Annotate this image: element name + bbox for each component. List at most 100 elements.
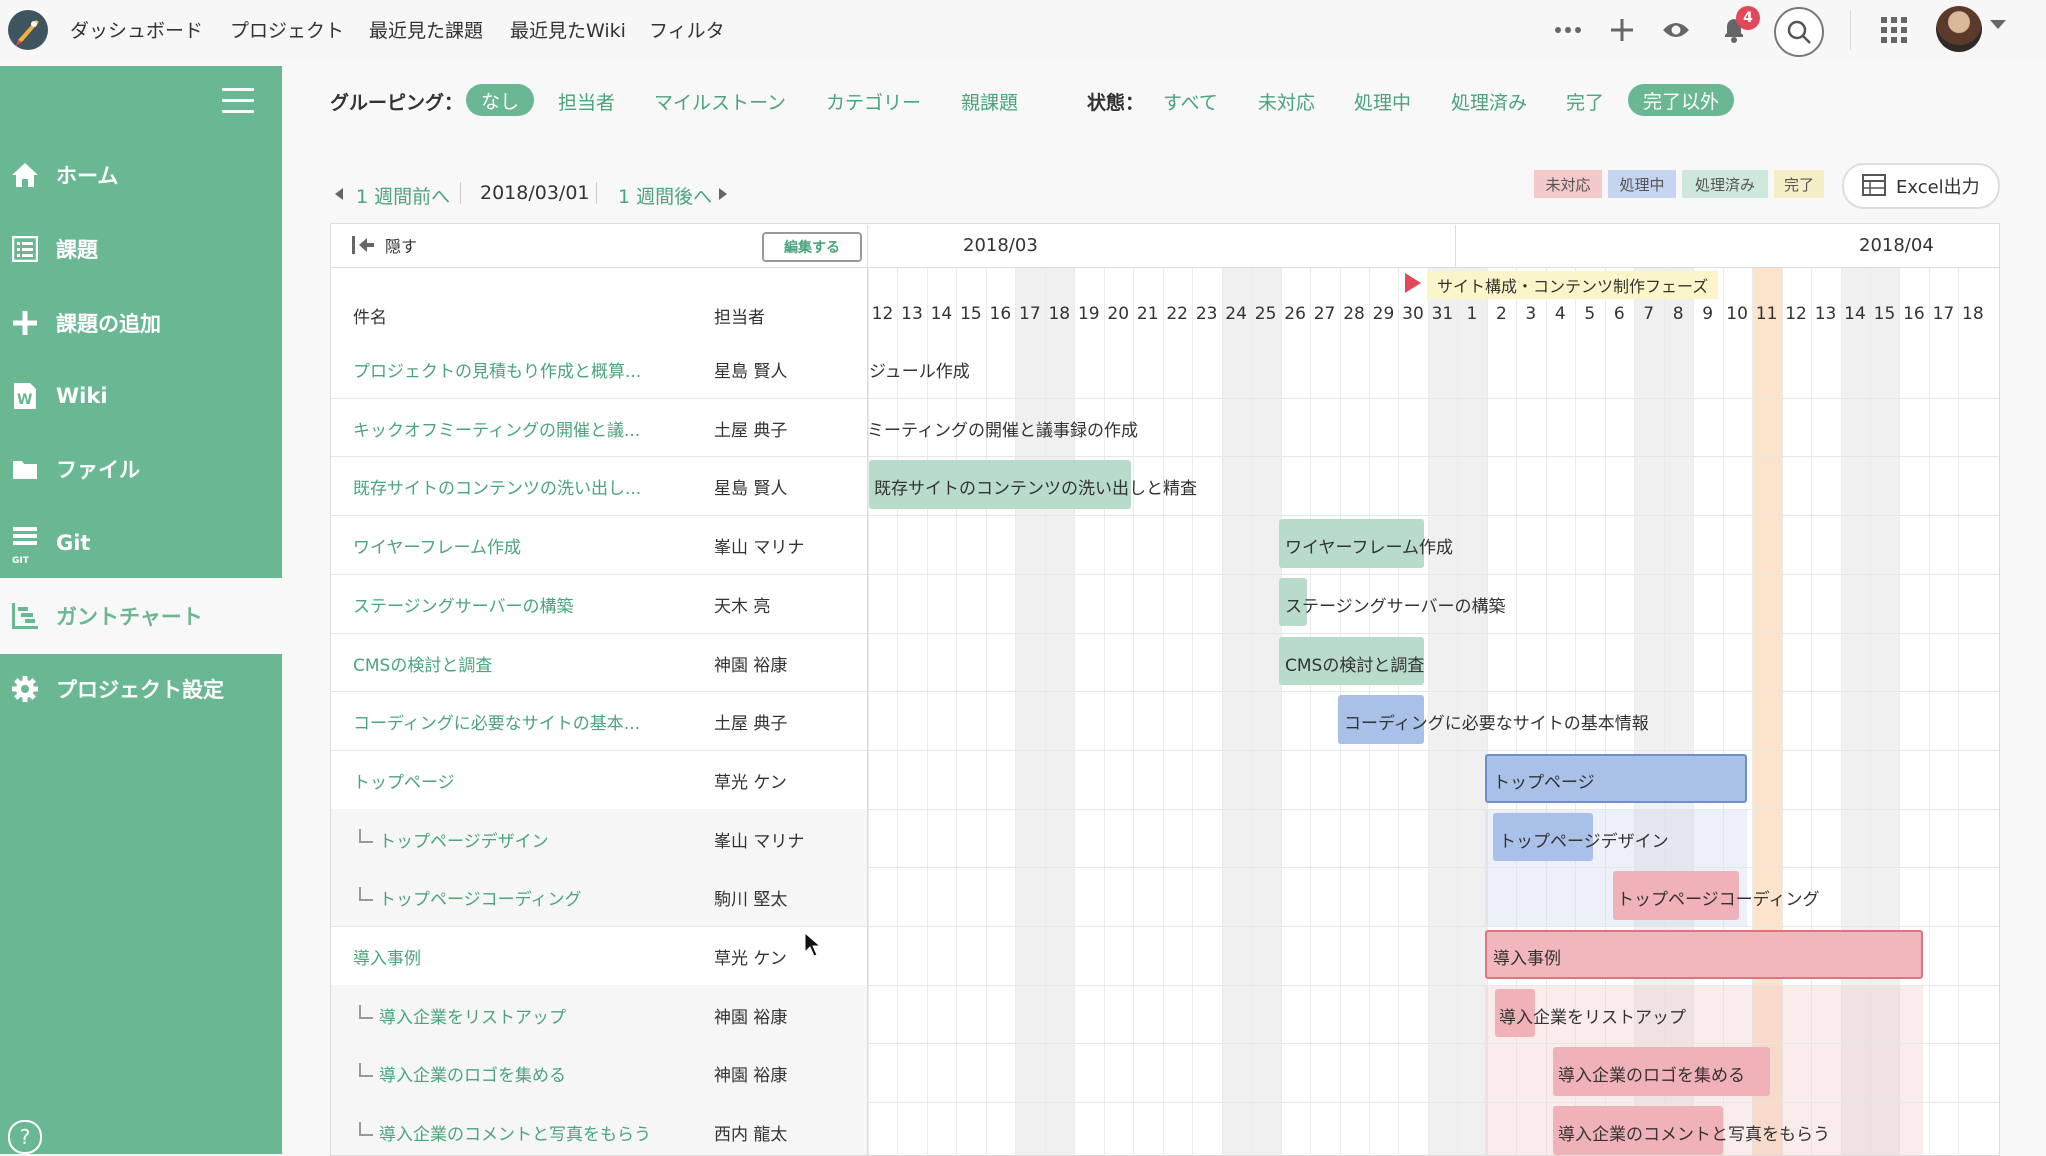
nav-projects[interactable]: プロジェクト [230,16,344,43]
day-number: 18 [1048,304,1071,324]
day-number: 18 [1962,304,1984,324]
nav-dashboard[interactable]: ダッシュボード [70,16,203,43]
task-assignee: 神園 裕康 [714,655,788,676]
search-icon[interactable] [1774,7,1824,57]
task-name-link[interactable]: 導入事例 [353,944,421,969]
nav-recent-issues[interactable]: 最近見た課題 [369,16,483,43]
sidebar-item-gantt[interactable]: ガントチャート [0,581,282,651]
task-name-link[interactable]: ワイヤーフレーム作成 [353,533,521,558]
sidebar-item-files[interactable]: ファイル [0,434,282,504]
day-gridline [1162,267,1164,1155]
sidebar-item-git[interactable]: GIT Git [0,508,282,578]
home-icon [10,160,40,190]
status-option-closed[interactable]: 完了 [1566,88,1604,115]
task-name-link[interactable]: トップページデザイン [379,827,549,852]
column-header-name: 件名 [353,308,387,328]
task-name-link[interactable]: トップページ [353,768,455,793]
day-gridline [926,267,928,1155]
task-name-link[interactable]: CMSの検討と調査 [353,651,492,676]
task-name-link[interactable]: 導入企業をリストアップ [379,1003,566,1028]
sidebar-item-home[interactable]: ホーム [0,140,282,210]
status-option-in-progress[interactable]: 処理中 [1354,88,1411,115]
day-number: 8 [1672,304,1684,324]
status-option-all[interactable]: すべて [1163,88,1218,115]
panel-divider [867,225,868,1155]
chevron-down-icon[interactable] [1990,20,2006,29]
grouping-option-assignee[interactable]: 担当者 [558,88,615,115]
sidebar-item-issues[interactable]: 課題 [0,214,282,284]
sidebar-item-label: 課題 [56,238,98,262]
day-number: 20 [1107,304,1130,324]
legend-in-progress: 処理中 [1608,170,1676,198]
wiki-icon: W [10,381,40,411]
task-name-link[interactable]: 既存サイトのコンテンツの洗い出し... [353,474,641,499]
help-icon[interactable]: ? [8,1120,42,1154]
menu-toggle-icon[interactable] [222,88,254,114]
task-name-link[interactable]: 導入企業のコメントと写真をもらう [379,1120,651,1145]
caret-left-icon[interactable] [334,188,344,200]
more-icon[interactable] [1548,10,1588,50]
day-number: 10 [1726,304,1748,324]
day-number: 16 [989,304,1012,324]
task-assignee: 草光 ケン [714,949,787,969]
day-gridline [1133,267,1135,1155]
grouping-option-none[interactable]: なし [466,84,534,116]
subtask-arrow-icon [359,887,373,902]
task-assignee: 天木 亮 [714,596,771,617]
task-name-link[interactable]: ステージングサーバーの構築 [353,592,574,617]
nav-filter[interactable]: フィルタ [649,16,725,43]
status-option-open[interactable]: 未対応 [1258,88,1315,115]
status-option-not-closed[interactable]: 完了以外 [1628,84,1734,116]
hide-panel-button[interactable]: 隠す [351,232,417,258]
next-week-link[interactable]: 1 週間後へ [618,182,712,209]
sidebar-item-label: Wiki [56,384,108,408]
task-bar-label: ワイヤーフレーム作成 [1285,538,1453,559]
gear-icon [10,674,40,704]
task-name-link[interactable]: 導入企業のロゴを集める [379,1061,566,1086]
sidebar-item-project-settings[interactable]: プロジェクト設定 [0,654,282,724]
row-separator [331,573,1999,575]
sidebar-item-wiki[interactable]: W Wiki [0,361,282,431]
day-number: 15 [960,304,982,324]
day-gridline [1251,267,1253,1155]
nav-recent-wiki[interactable]: 最近見たWiki [510,16,626,43]
status-option-resolved[interactable]: 処理済み [1451,88,1527,115]
milestone-flag-icon[interactable] [1405,273,1421,293]
task-bar-label: ミーティングの開催と議事録の作成 [867,420,1138,441]
git-icon-text: GIT [12,556,29,566]
day-number: 31 [1431,304,1454,324]
excel-export-button[interactable]: Excel出力 [1842,163,2000,209]
sidebar-item-add-issue[interactable]: 課題の追加 [0,288,282,358]
grouping-option-parent-issue[interactable]: 親課題 [961,88,1018,115]
row-separator [331,515,1999,517]
apps-grid-icon[interactable] [1874,10,1914,50]
grouping-option-category[interactable]: カテゴリー [826,88,921,115]
eye-icon[interactable] [1656,10,1696,50]
weekend-column [1251,267,1281,1155]
task-bar-label: ステージングサーバーの構築 [1285,596,1506,617]
sidebar-item-label: Git [56,531,91,555]
topbar-divider [1850,10,1851,50]
edit-button[interactable]: 編集する [762,232,862,262]
task-name-link[interactable]: トップページコーディング [379,885,581,910]
task-assignee: 西内 龍太 [714,1125,788,1146]
prev-week-link[interactable]: 1 週間前へ [356,182,450,209]
milestone-label[interactable]: サイト構成・コンテンツ制作フェーズ [1427,271,1719,299]
task-name-link[interactable]: プロジェクトの見積もり作成と概算... [353,357,641,382]
task-name-link[interactable]: コーディングに必要なサイトの基本... [353,709,640,734]
excel-export-label: Excel出力 [1896,177,1980,198]
caret-right-icon[interactable] [718,188,728,200]
user-avatar[interactable] [1936,6,1982,52]
plus-icon [10,308,40,338]
plus-icon[interactable] [1602,10,1642,50]
day-number: 6 [1613,304,1625,324]
day-gridline [1221,267,1223,1155]
hide-label: 隠す [385,237,418,256]
day-number: 28 [1343,304,1365,324]
task-assignee: 神園 裕康 [714,1066,788,1087]
day-number: 14 [930,304,953,324]
task-name-link[interactable]: キックオフミーティングの開催と議... [353,416,640,441]
grouping-option-milestone[interactable]: マイルストーン [654,88,786,115]
app-logo[interactable] [6,8,50,52]
row-separator [331,456,1999,458]
